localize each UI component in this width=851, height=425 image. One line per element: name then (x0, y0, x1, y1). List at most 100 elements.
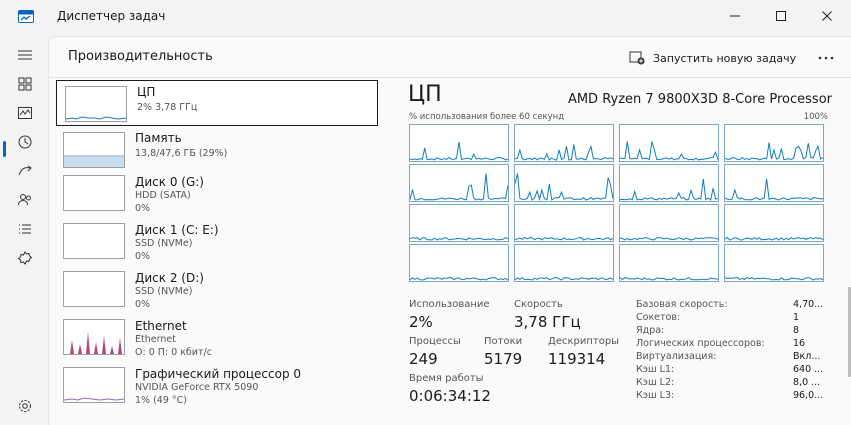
resource-detail: SSD (NVMe) (135, 286, 193, 297)
spec-label: Логических процессоров: (636, 338, 765, 349)
spec-value: 1 (793, 312, 800, 323)
run-new-task-button[interactable]: Запустить новую задачу (629, 47, 796, 69)
graph-caption: % использования более 60 секунд (409, 112, 565, 122)
threads-label: Потоки (484, 336, 523, 347)
resource-usage: О: 0 П: 0 кбит/с (135, 347, 212, 358)
nav-users[interactable] (8, 187, 42, 213)
page-title: Производительность (68, 49, 213, 64)
main-content: Производительность Запустить новую задач… (48, 36, 851, 425)
logical-processor-graph (724, 244, 824, 282)
spec-label: Базовая скорость: (636, 299, 728, 310)
speed-label: Скорость (514, 299, 563, 310)
resource-name: Диск 2 (D:) (135, 271, 204, 285)
logical-processor-graph (724, 164, 824, 202)
resource-item-cpu[interactable]: ЦП 2% 3,78 ГГц (56, 80, 378, 126)
services-icon (17, 251, 33, 265)
more-options-button[interactable] (811, 47, 841, 69)
usage-value: 2% (409, 313, 433, 331)
resource-item-disk1[interactable]: Диск 1 (C: E:) SSD (NVMe) 0% (55, 223, 377, 269)
minimize-icon (730, 15, 740, 17)
resource-name: Память (135, 131, 182, 145)
cpu-usage-sparkline (410, 173, 508, 201)
cpu-usage-sparkline (620, 277, 718, 281)
logical-processor-graph (619, 204, 719, 242)
handles-value: 119314 (548, 350, 606, 368)
resource-name: Графический процессор 0 (135, 367, 302, 381)
users-icon (18, 194, 31, 206)
spec-value: 4,70... (793, 299, 824, 310)
uptime-label: Время работы (409, 373, 484, 384)
minimize-button[interactable] (712, 2, 758, 30)
close-icon (822, 11, 832, 21)
more-icon (818, 56, 834, 60)
resource-name: Диск 1 (C: E:) (135, 223, 219, 237)
cpu-usage-sparkline (410, 277, 508, 281)
new-task-icon (629, 51, 645, 65)
cpu-usage-sparkline (515, 144, 613, 161)
logical-processor-graph (619, 244, 719, 282)
spec-label: Виртуализация: (636, 351, 717, 362)
resource-usage: 0% (135, 203, 151, 214)
cpu-usage-sparkline (725, 276, 823, 281)
processes-value: 249 (409, 350, 438, 368)
logical-processor-graph (409, 124, 509, 162)
logical-processor-graph (619, 124, 719, 162)
cpu-usage-sparkline (725, 236, 823, 241)
nav-performance[interactable] (8, 100, 42, 126)
logical-processor-graph (409, 204, 509, 242)
resource-usage: 0% (135, 299, 151, 310)
nav-startup-apps[interactable] (8, 158, 42, 184)
close-button[interactable] (804, 2, 850, 30)
resource-name: Диск 0 (G:) (135, 175, 204, 189)
nav-details[interactable] (8, 216, 42, 242)
speed-value: 3,78 ГГц (514, 313, 581, 331)
navigation-rail (0, 36, 48, 424)
processes-icon (18, 77, 32, 91)
resource-detail: SSD (NVMe) (135, 238, 193, 249)
spec-value: 8 (793, 325, 800, 336)
uptime-value: 0:06:34:12 (409, 387, 491, 405)
resource-item-disk2[interactable]: Диск 2 (D:) SSD (NVMe) 0% (55, 271, 377, 317)
resource-detail: 13,8/47,6 ГБ (29%) (135, 148, 228, 159)
logical-processor-graph (514, 124, 614, 162)
spec-value: 96,0... (793, 390, 824, 401)
logical-processor-graph (724, 204, 824, 242)
spec-label: Кэш L3: (636, 390, 675, 401)
resource-detail: NVIDIA GeForce RTX 5090 (135, 382, 259, 393)
processes-label: Процессы (409, 336, 461, 347)
nav-processes[interactable] (8, 71, 42, 97)
spec-value: Вкл... (793, 351, 821, 362)
detail-title: ЦП (408, 82, 442, 107)
maximize-button[interactable] (758, 2, 804, 30)
spec-value: 8,0 ... (793, 377, 821, 388)
resource-item-memory[interactable]: Память 13,8/47,6 ГБ (29%) (55, 127, 377, 173)
hamburger-menu-button[interactable] (8, 42, 42, 68)
cpu-usage-sparkline (515, 276, 613, 281)
ethernet-thumbnail (63, 319, 125, 355)
resource-item-disk0[interactable]: Диск 0 (G:) HDD (SATA) 0% (55, 175, 377, 221)
task-manager-icon (18, 10, 34, 23)
resource-item-gpu[interactable]: Графический процессор 0 NVIDIA GeForce R… (55, 367, 377, 413)
spec-label: Кэш L1: (636, 364, 675, 375)
active-indicator (3, 141, 6, 157)
logical-processor-graph (514, 164, 614, 202)
nav-services[interactable] (8, 245, 42, 271)
logical-processor-graph (514, 244, 614, 282)
hamburger-icon (18, 50, 32, 60)
startup-icon (18, 165, 32, 176)
cpu-usage-sparkline (620, 237, 718, 241)
nav-settings[interactable] (8, 393, 42, 419)
cpu-usage-sparkline (725, 178, 823, 201)
graph-max-label: 100% (803, 112, 828, 122)
resource-item-ethernet[interactable]: Ethernet Ethernet О: 0 П: 0 кбит/с (55, 319, 377, 365)
maximize-icon (776, 11, 786, 21)
resource-name: ЦП (137, 85, 156, 99)
spec-value: 640 ... (793, 364, 824, 375)
disk0-thumbnail (63, 175, 125, 211)
nav-app-history[interactable] (8, 129, 42, 155)
cpu-usage-sparkline (515, 173, 613, 201)
resource-name: Ethernet (135, 319, 187, 333)
resource-usage: 1% (49 °C) (135, 395, 187, 406)
spec-label: Сокетов: (636, 312, 681, 323)
logical-processor-graph (619, 164, 719, 202)
